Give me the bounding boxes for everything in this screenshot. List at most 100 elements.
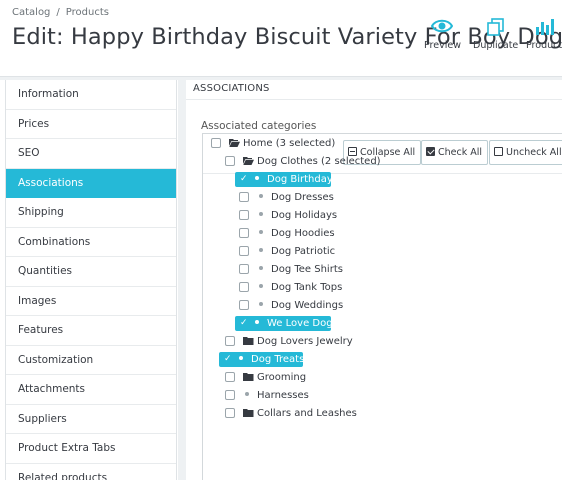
sidebar-item-attachments[interactable]: Attachments [6, 375, 176, 405]
product-stats-label: Product [526, 40, 562, 51]
sidebar-item-information[interactable]: Information [6, 80, 176, 110]
category-checkbox[interactable] [239, 246, 249, 256]
folder-icon[interactable] [243, 372, 254, 381]
category-label: Collars and Leashes [257, 408, 357, 419]
category-label: Home (3 selected) [243, 138, 336, 149]
category-label: Dog Clothes (2 selected) [257, 156, 381, 167]
sidebar-item-features[interactable]: Features [6, 316, 176, 346]
sidebar-item-product-extra-tabs[interactable]: Product Extra Tabs [6, 434, 176, 464]
check-all-label: Check All [438, 147, 483, 158]
sidebar-item-customization[interactable]: Customization [6, 346, 176, 375]
content-gutter [178, 80, 186, 480]
tree-node-label: Dog Clothes (2 selected) [243, 154, 381, 169]
tree-node-label: Dog Dresses [257, 190, 334, 205]
category-label: Dog Birthdays [267, 174, 338, 185]
category-label: Dog Tank Tops [271, 282, 343, 293]
bullet-icon [259, 212, 263, 216]
sidebar-item-suppliers[interactable]: Suppliers [6, 405, 176, 434]
tree-node-label: Dog Weddings [257, 298, 343, 313]
tree-node-label: Dog Birthdays [253, 172, 338, 187]
bar-chart-icon [536, 19, 555, 35]
tree-node-label: Dog Lovers Jewelry [243, 334, 353, 349]
tree-node-dog-birthdays[interactable]: ✓ Dog Birthdays [235, 172, 338, 187]
check-all-button[interactable]: Check All [421, 140, 489, 165]
bullet-icon [255, 320, 259, 324]
eye-icon [431, 19, 454, 33]
category-checkbox[interactable] [239, 282, 249, 292]
bullet-icon [259, 266, 263, 270]
category-checkbox[interactable] [211, 138, 221, 148]
product-stats-button[interactable]: Product [526, 18, 562, 51]
folder-icon[interactable] [243, 336, 254, 345]
folder-icon[interactable] [243, 408, 254, 417]
check-icon: ✓ [240, 318, 248, 328]
sidebar-item-seo[interactable]: SEO [6, 139, 176, 169]
tree-node-label: Grooming [243, 370, 306, 385]
tree-node-label: Dog Holidays [257, 208, 337, 223]
category-label: Dog Lovers Jewelry [257, 336, 353, 347]
category-checkbox[interactable] [239, 192, 249, 202]
tree-node-label: Harnesses [243, 388, 309, 403]
tree-node-we-love-dogs[interactable]: ✓ We Love Dogs [235, 316, 338, 331]
category-checkbox[interactable] [225, 336, 235, 346]
tree-node-dog-treats[interactable]: ✓ Dog Treats [219, 352, 304, 367]
checkbox-empty-icon [494, 147, 503, 156]
sidebar-item-quantities[interactable]: Quantities [6, 257, 176, 287]
tree-node-label: Dog Hoodies [257, 226, 335, 241]
tree-node-label: Collars and Leashes [243, 406, 357, 421]
duplicate-icon [486, 18, 504, 36]
sidebar-item-associations[interactable]: Associations [6, 168, 176, 198]
category-label: Dog Patriotic [271, 246, 336, 257]
category-checkbox[interactable] [239, 300, 249, 310]
category-label: We Love Dogs [267, 318, 338, 329]
tree-node-label: Dog Patriotic [257, 244, 335, 259]
tree-node-label: Home (3 selected) [229, 136, 335, 151]
category-tree: Collapse All Check All Uncheck All Home … [202, 133, 562, 480]
uncheck-all-button[interactable]: Uncheck All [489, 140, 562, 165]
bullet-icon [259, 284, 263, 288]
sidebar-item-images[interactable]: Images [6, 287, 176, 316]
sidebar-item-combinations[interactable]: Combinations [6, 228, 176, 257]
uncheck-all-label: Uncheck All [506, 147, 562, 158]
sidebar-item-related-products[interactable]: Related products [6, 464, 176, 480]
folder-open-icon[interactable] [229, 138, 240, 147]
bullet-icon [255, 176, 259, 180]
preview-button[interactable]: Preview [424, 18, 461, 51]
category-checkbox[interactable] [239, 228, 249, 238]
associations-panel: ASSOCIATIONS Associated categories Colla… [186, 80, 562, 480]
bullet-icon [259, 194, 263, 198]
tree-node-label: Dog Tee Shirts [257, 262, 343, 277]
bullet-icon [239, 356, 243, 360]
category-checkbox[interactable] [225, 372, 235, 382]
category-label: Dog Weddings [271, 300, 344, 311]
sidebar-item-shipping[interactable]: Shipping [6, 198, 176, 228]
breadcrumb-separator: / [56, 7, 60, 18]
category-checkbox[interactable] [239, 210, 249, 220]
category-label: Dog Dresses [271, 192, 334, 203]
bullet-icon [259, 302, 263, 306]
category-checkbox[interactable] [225, 390, 235, 400]
breadcrumb-catalog[interactable]: Catalog [12, 7, 50, 18]
category-label: Harnesses [257, 390, 309, 401]
sidebar-item-prices[interactable]: Prices [6, 110, 176, 139]
tree-node-label: Dog Tank Tops [257, 280, 342, 295]
category-checkbox[interactable] [225, 156, 235, 166]
associated-categories-label: Associated categories [201, 120, 317, 132]
tree-node-label: Dog Treats [237, 352, 304, 367]
breadcrumb-products[interactable]: Products [66, 7, 109, 18]
panel-heading: ASSOCIATIONS [186, 80, 562, 100]
bullet-icon [245, 392, 249, 396]
category-label: Dog Treats [251, 354, 305, 365]
duplicate-label: Duplicate [473, 40, 519, 51]
category-label: Dog Tee Shirts [271, 264, 343, 275]
checkbox-checked-icon [426, 147, 435, 156]
category-checkbox[interactable] [225, 408, 235, 418]
category-label: Grooming [257, 372, 307, 383]
tree-node-label: We Love Dogs [253, 316, 338, 331]
product-tabs-sidebar: Information Prices SEO Associations Ship… [5, 80, 177, 480]
duplicate-button[interactable]: Duplicate [473, 18, 518, 51]
check-icon: ✓ [240, 174, 248, 184]
category-checkbox[interactable] [239, 264, 249, 274]
preview-label: Preview [424, 40, 461, 51]
folder-open-icon[interactable] [243, 156, 254, 165]
